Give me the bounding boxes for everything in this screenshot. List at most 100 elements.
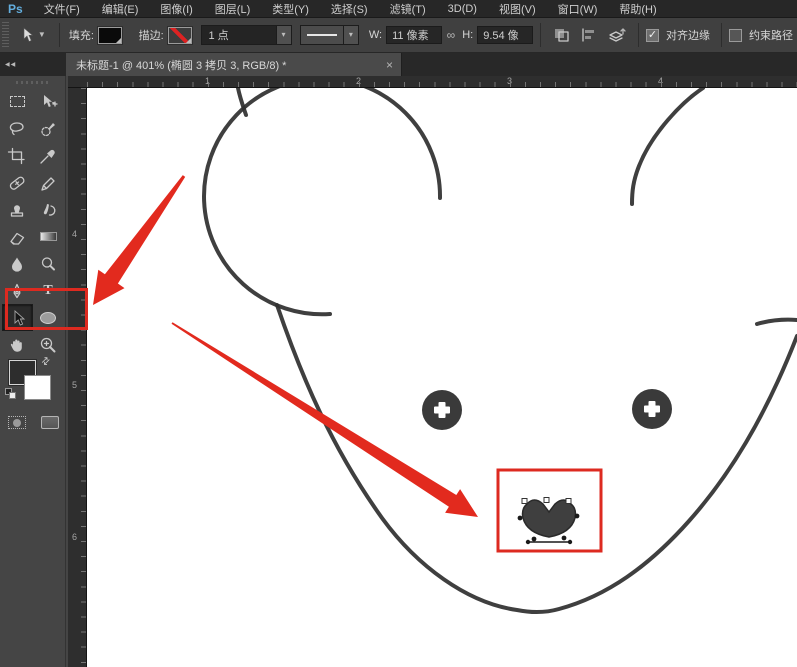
nose-shape[interactable] — [523, 500, 576, 537]
path-arrangement-button[interactable] — [606, 25, 628, 45]
tool-rectangular-marquee[interactable] — [2, 88, 33, 115]
clone-stamp-icon — [7, 201, 27, 219]
tool-zoom[interactable] — [33, 331, 64, 358]
tool-eyedropper[interactable] — [33, 142, 64, 169]
annotation-arrow-to-tools — [93, 175, 185, 305]
tool-eraser[interactable] — [2, 223, 33, 250]
tool-dodge[interactable] — [33, 250, 64, 277]
swatch-caret-icon — [186, 38, 191, 43]
anchor-point[interactable] — [532, 537, 537, 542]
solid-line-icon — [307, 34, 337, 36]
eraser-icon — [7, 228, 27, 246]
menu-file[interactable]: 文件(F) — [33, 1, 91, 17]
anchor-point[interactable] — [575, 514, 580, 519]
tool-lasso[interactable] — [2, 115, 33, 142]
gradient-icon — [40, 232, 57, 241]
menu-select[interactable]: 选择(S) — [320, 1, 379, 17]
tool-blur[interactable] — [2, 250, 33, 277]
width-label: W: — [369, 29, 382, 41]
constrain-path-option[interactable]: 约束路径 — [729, 27, 797, 43]
handle-point[interactable] — [568, 540, 572, 544]
zoom-icon — [38, 336, 58, 354]
caret-down-icon: ▾ — [349, 31, 353, 39]
right-ear-path — [632, 88, 703, 204]
horizontal-ruler[interactable]: 1 2 3 4 — [68, 76, 797, 88]
tool-preset-picker[interactable]: ▼ — [13, 27, 52, 43]
default-colors-icon[interactable] — [5, 388, 17, 400]
anchor-point[interactable] — [562, 536, 567, 541]
shape-height-field[interactable]: 9.54 像 — [477, 26, 533, 44]
menu-layer[interactable]: 图层(L) — [204, 1, 261, 17]
eyedropper-icon — [38, 147, 58, 165]
align-edges-checkbox[interactable]: ✓ — [646, 29, 659, 42]
menu-type[interactable]: 类型(Y) — [261, 1, 320, 17]
color-swatches: ⇄ — [0, 358, 66, 414]
tool-history-brush[interactable] — [33, 196, 64, 223]
document-title: 未标题-1 @ 401% (椭圆 3 拷贝 3, RGB/8) * — [76, 57, 380, 73]
divider — [721, 23, 722, 47]
document-canvas[interactable] — [87, 88, 797, 667]
stroke-width-dropdown[interactable]: 1 点 ▾ — [201, 25, 292, 45]
tool-pencil[interactable] — [33, 169, 64, 196]
menu-edit[interactable]: 编辑(E) — [91, 1, 150, 17]
tool-quick-selection[interactable] — [33, 115, 64, 142]
stroke-color-swatch[interactable] — [168, 27, 192, 44]
path-selection-arrow-icon — [19, 27, 35, 43]
stroke-type-dropdown[interactable]: ▾ — [300, 25, 359, 45]
options-bar-grip[interactable] — [2, 22, 9, 48]
fill-label: 填充: — [69, 27, 94, 43]
collapse-panel-button[interactable]: ◀◀ — [0, 53, 66, 76]
spacer — [129, 23, 130, 47]
menu-view[interactable]: 视图(V) — [488, 1, 547, 17]
marquee-icon — [10, 96, 25, 107]
vertical-ruler[interactable]: 4 5 6 — [68, 88, 87, 667]
tool-clone-stamp[interactable] — [2, 196, 33, 223]
left-ear-path — [204, 88, 440, 314]
background-color-swatch[interactable] — [24, 375, 51, 400]
divider — [638, 23, 639, 47]
tool-spot-healing-brush[interactable] — [2, 169, 33, 196]
panel-grip[interactable] — [16, 81, 50, 84]
dropdown-button[interactable]: ▾ — [276, 26, 291, 44]
align-edges-option[interactable]: ✓ 对齐边缘 — [646, 27, 714, 43]
healing-brush-icon — [7, 174, 27, 192]
tools-panel: T ⇄ — [0, 76, 66, 667]
history-brush-icon — [38, 201, 58, 219]
close-tab-icon[interactable]: × — [386, 58, 393, 72]
move-icon — [38, 93, 58, 111]
path-alignment-button[interactable] — [578, 25, 600, 45]
anchor-point[interactable] — [522, 499, 527, 504]
anchor-point[interactable] — [566, 499, 571, 504]
anchor-point[interactable] — [544, 498, 549, 503]
menu-window[interactable]: 窗口(W) — [547, 1, 609, 17]
tool-move[interactable] — [33, 88, 64, 115]
link-dimensions-icon[interactable]: ∞ — [447, 28, 456, 42]
dodge-icon — [38, 255, 58, 273]
tool-crop[interactable] — [2, 142, 33, 169]
quick-mask-button[interactable] — [8, 416, 26, 429]
menu-image[interactable]: 图像(I) — [149, 1, 203, 17]
menu-help[interactable]: 帮助(H) — [608, 1, 667, 17]
handle-point[interactable] — [526, 540, 530, 544]
fill-color-swatch[interactable] — [98, 27, 122, 44]
menu-3d[interactable]: 3D(D) — [437, 3, 488, 15]
hand-icon — [7, 336, 27, 354]
tool-hand[interactable] — [2, 331, 33, 358]
options-bar: ▼ 填充: 描边: 1 点 ▾ ▾ W: 11 像素 ∞ H: 9.54 像 — [0, 18, 797, 53]
constrain-path-checkbox[interactable] — [729, 29, 742, 42]
anchor-point[interactable] — [518, 516, 523, 521]
menu-filter[interactable]: 滤镜(T) — [379, 1, 437, 17]
shape-width-field[interactable]: 11 像素 — [386, 26, 442, 44]
screen-mode-button[interactable] — [41, 416, 59, 429]
document-tab[interactable]: 未标题-1 @ 401% (椭圆 3 拷贝 3, RGB/8) * × — [66, 53, 402, 76]
caret-down-icon: ▾ — [282, 31, 286, 39]
dropdown-button[interactable]: ▾ — [343, 26, 358, 44]
caret-down-icon: ▼ — [38, 31, 46, 39]
path-alignment-icon — [580, 27, 598, 43]
ruler-tick-label: 4 — [72, 229, 77, 239]
ruler-tick-label: 3 — [507, 76, 512, 86]
tool-gradient[interactable] — [33, 223, 64, 250]
path-operations-button[interactable] — [551, 25, 573, 45]
constrain-path-label: 约束路径 — [749, 27, 793, 43]
ruler-tick-label: 5 — [72, 380, 77, 390]
